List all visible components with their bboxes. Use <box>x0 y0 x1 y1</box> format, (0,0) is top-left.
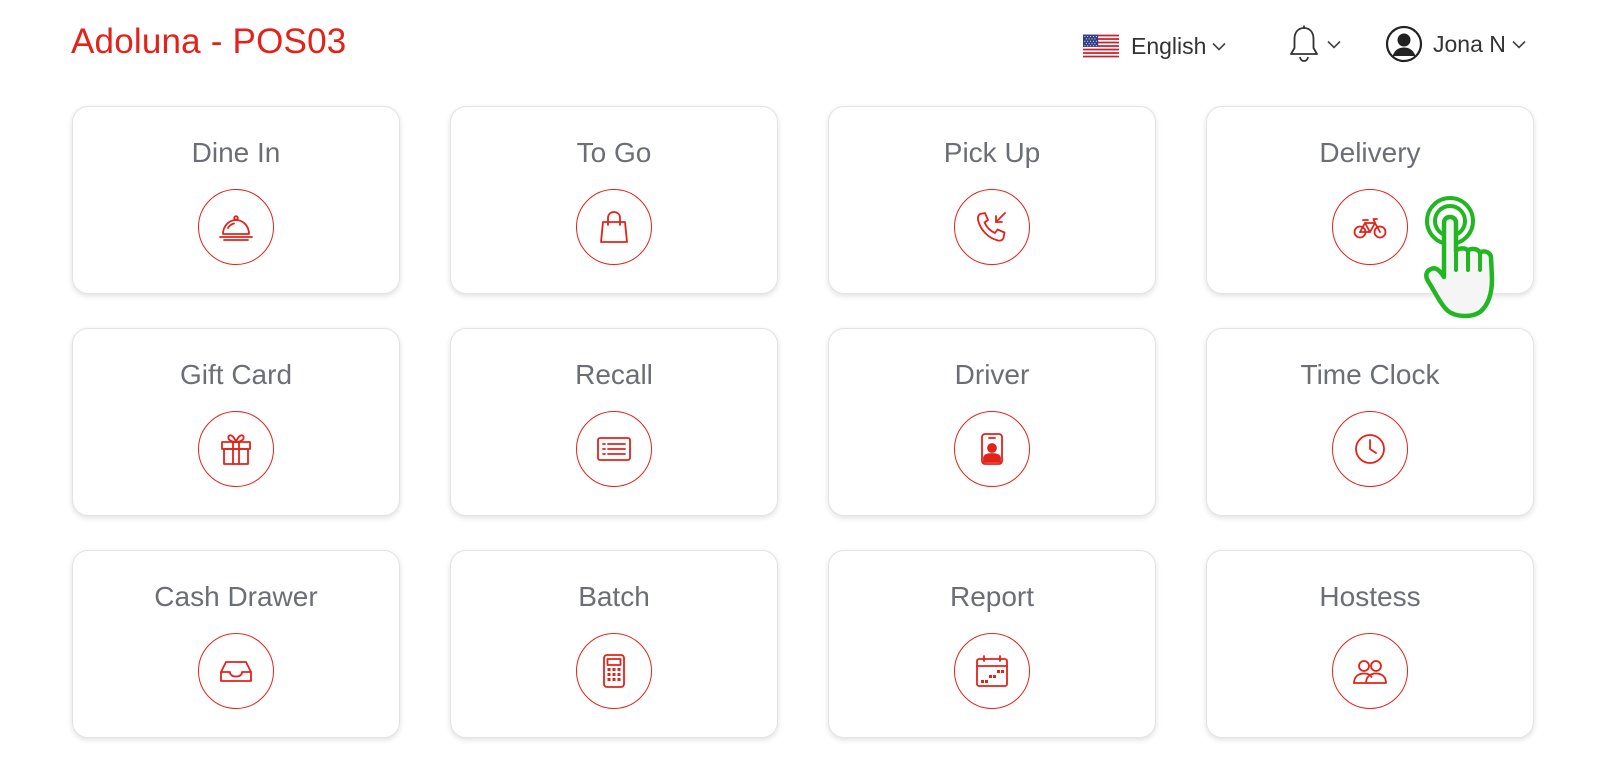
chevron-down-icon <box>1212 42 1227 51</box>
tile-label: Hostess <box>1319 581 1421 612</box>
function-grid: Dine In To Go Pick Up Delivery Gift Card… <box>72 106 1538 738</box>
tile-icon-circle <box>576 189 652 265</box>
recall-tile[interactable]: Recall <box>450 328 778 516</box>
driver-tile[interactable]: Driver <box>828 328 1156 516</box>
user-name: Jona N <box>1433 30 1506 57</box>
tile-icon-circle <box>954 633 1030 709</box>
store-title: Adoluna - POS03 <box>71 22 347 61</box>
tile-label: Recall <box>575 359 653 390</box>
user-avatar-icon <box>1385 25 1423 63</box>
gift-icon <box>221 434 251 465</box>
tile-label: Driver <box>954 359 1030 390</box>
serving-cloche-icon <box>219 215 253 241</box>
list-card-icon <box>597 437 631 461</box>
incoming-call-icon <box>977 212 1006 242</box>
tile-icon-circle <box>1332 189 1408 265</box>
tile-label: Report <box>949 581 1035 612</box>
gift-card-tile[interactable]: Gift Card <box>72 328 400 516</box>
to-go-tile[interactable]: To Go <box>450 106 778 294</box>
cash-drawer-tile[interactable]: Cash Drawer <box>72 550 400 738</box>
tile-icon-circle <box>198 189 274 265</box>
id-badge-icon <box>981 433 1003 465</box>
calculator-icon <box>603 654 625 688</box>
bell-icon <box>1290 25 1318 62</box>
tile-label: Dine In <box>191 137 281 168</box>
tile-icon-circle <box>954 189 1030 265</box>
tile-label: Delivery <box>1319 137 1421 168</box>
inbox-tray-icon <box>220 661 252 682</box>
chevron-down-icon <box>1512 40 1526 49</box>
tile-label: Gift Card <box>179 359 293 390</box>
language-selector[interactable]: English <box>1083 27 1227 65</box>
report-tile[interactable]: Report <box>828 550 1156 738</box>
tile-icon-circle <box>198 411 274 487</box>
top-bar: Adoluna - POS03 English Jona N <box>0 0 1600 92</box>
tile-icon-circle <box>1332 633 1408 709</box>
tile-icon-circle <box>1332 411 1408 487</box>
clock-icon <box>1355 434 1385 464</box>
delivery-tile[interactable]: Delivery <box>1206 106 1534 294</box>
language-label: English <box>1131 32 1207 59</box>
people-icon <box>1353 660 1387 684</box>
user-menu[interactable]: Jona N <box>1385 24 1526 64</box>
shopping-bag-icon <box>600 211 628 243</box>
tile-icon-circle <box>954 411 1030 487</box>
tile-label: Time Clock <box>1300 359 1440 390</box>
tile-icon-circle <box>576 633 652 709</box>
calendar-icon <box>976 655 1008 687</box>
tile-label: To Go <box>576 137 652 168</box>
us-flag-icon <box>1083 34 1119 58</box>
tile-icon-circle <box>198 633 274 709</box>
pick-up-tile[interactable]: Pick Up <box>828 106 1156 294</box>
notifications-button[interactable] <box>1287 24 1341 64</box>
bicycle-icon <box>1353 218 1387 239</box>
tile-icon-circle <box>576 411 652 487</box>
batch-tile[interactable]: Batch <box>450 550 778 738</box>
tile-label: Batch <box>578 581 650 612</box>
tile-label: Pick Up <box>943 137 1041 168</box>
time-clock-tile[interactable]: Time Clock <box>1206 328 1534 516</box>
chevron-down-icon <box>1327 40 1341 49</box>
tile-label: Cash Drawer <box>154 581 318 612</box>
dine-in-tile[interactable]: Dine In <box>72 106 400 294</box>
hostess-tile[interactable]: Hostess <box>1206 550 1534 738</box>
